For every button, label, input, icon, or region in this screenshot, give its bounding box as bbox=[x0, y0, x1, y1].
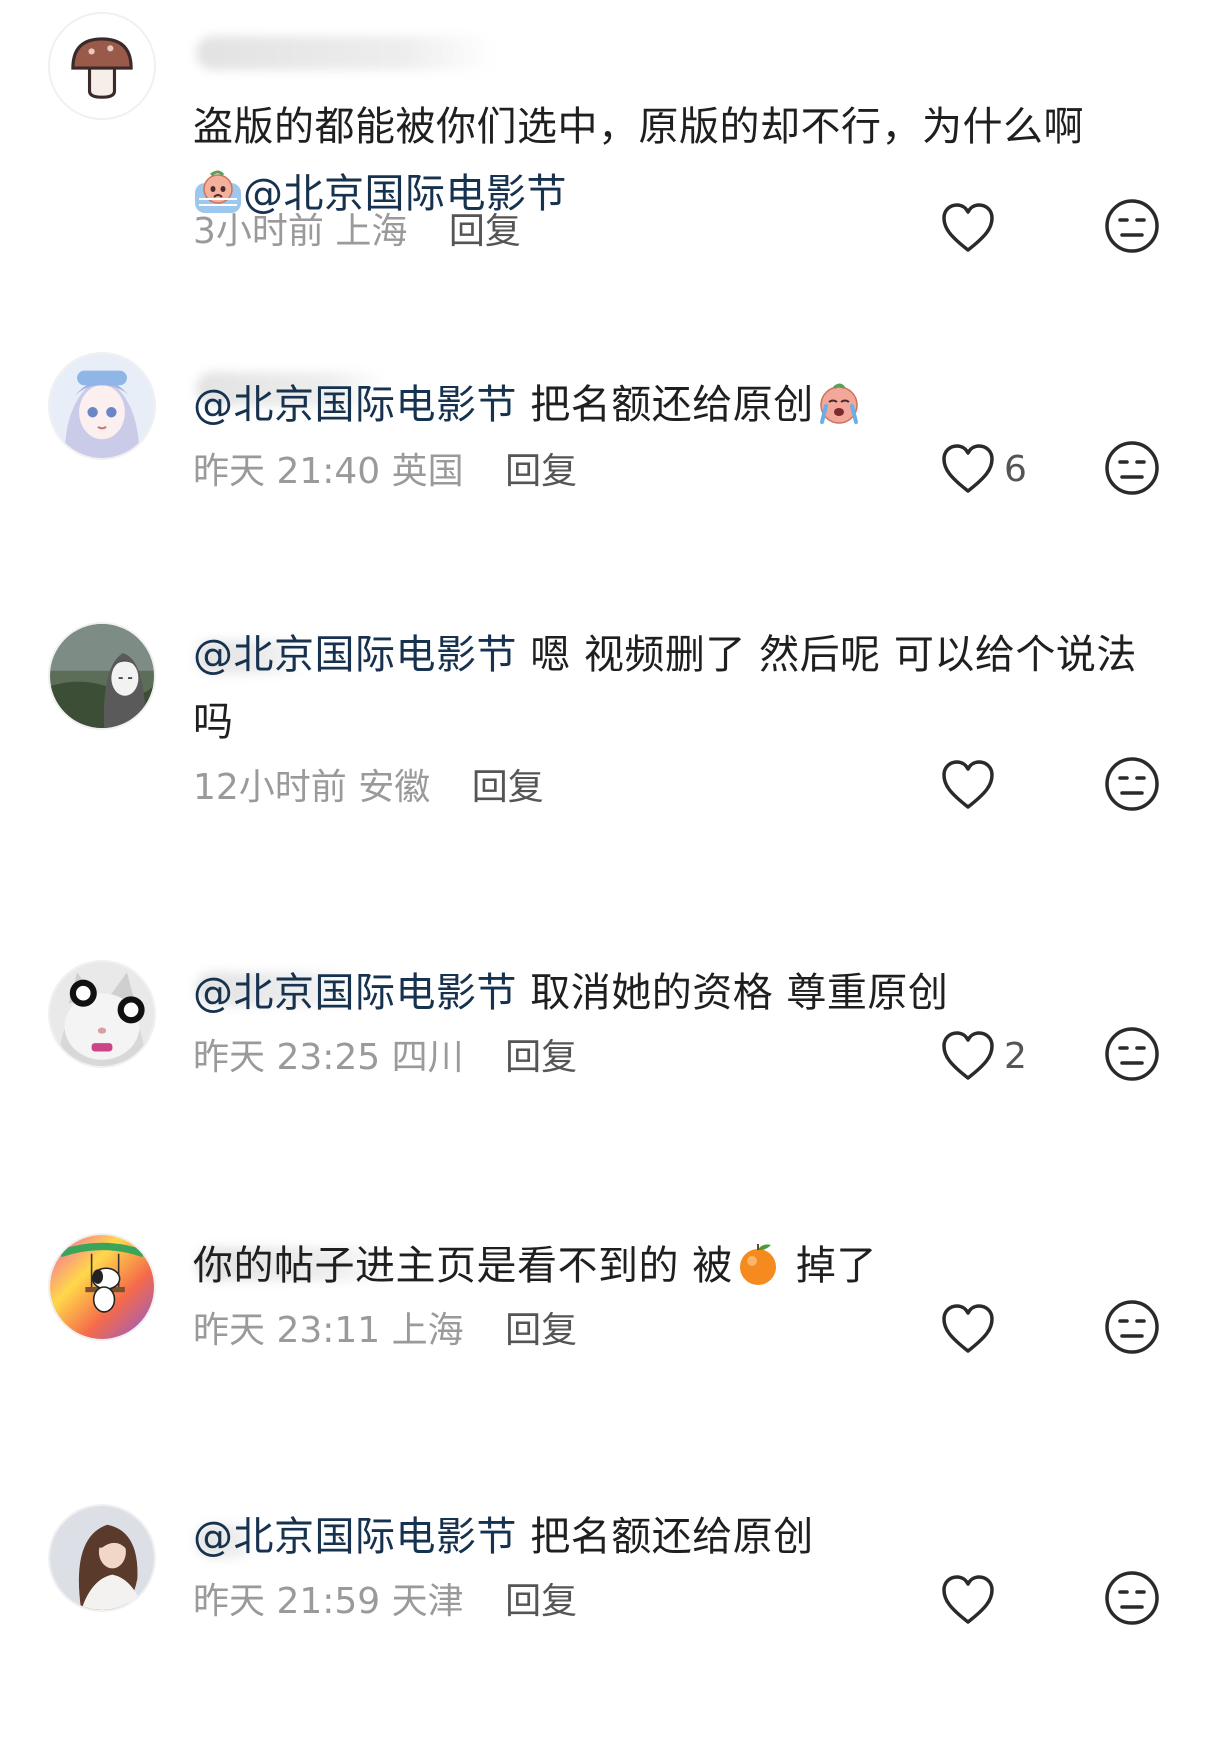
comment-text: @北京国际电影节 把名额还给原创 bbox=[193, 372, 1163, 439]
dislike-button[interactable] bbox=[1103, 755, 1161, 813]
dislike-button[interactable] bbox=[1103, 1298, 1161, 1356]
like-count: 6 bbox=[1004, 448, 1027, 490]
comment-meta: 3小时前 上海 回复 bbox=[193, 202, 521, 254]
like-button[interactable]: 6 bbox=[940, 439, 1040, 499]
heart-icon bbox=[942, 1575, 994, 1624]
comment-meta: 12小时前 安徽 回复 bbox=[193, 758, 544, 810]
reply-button[interactable]: 回复 bbox=[505, 451, 577, 492]
mention-link[interactable]: @北京国际电影节 bbox=[193, 632, 517, 678]
cat-sunglasses-avatar-icon bbox=[50, 962, 154, 1066]
meh-face-icon bbox=[1105, 199, 1159, 253]
comment-text: @北京国际电影节 取消她的资格 尊重原创 bbox=[193, 960, 1163, 1027]
dislike-button[interactable] bbox=[1103, 197, 1161, 255]
comment-meta: 昨天 21:59 天津 回复 bbox=[193, 1572, 577, 1624]
girl-portrait-avatar-icon bbox=[50, 1506, 154, 1610]
comment-location: 英国 bbox=[391, 451, 464, 492]
dislike-button[interactable] bbox=[1103, 1569, 1161, 1627]
reply-button[interactable]: 回复 bbox=[505, 1310, 577, 1351]
comment-text-after: 取消她的资格 尊重原创 bbox=[517, 970, 949, 1016]
comment-item: @北京国际电影节 嗯 视频删了 然后呢 可以给个说法吗 12小时前 安徽 回复 bbox=[0, 622, 1206, 882]
comment-item: @北京国际电影节 取消她的资格 尊重原创 昨天 23:25 四川 回复 2 bbox=[0, 960, 1206, 1160]
comment-location: 上海 bbox=[391, 1310, 464, 1351]
heart-icon bbox=[942, 1304, 994, 1353]
avatar[interactable] bbox=[48, 622, 156, 730]
comment-text-before: 盗版的都能被你们选中，原版的却不行，为什么啊 bbox=[193, 104, 1084, 150]
comment-meta: 昨天 21:40 英国 回复 bbox=[193, 442, 577, 494]
like-count: 2 bbox=[1004, 1035, 1027, 1077]
meh-face-icon bbox=[1105, 441, 1159, 495]
reply-button[interactable]: 回复 bbox=[505, 1581, 577, 1622]
reply-button[interactable]: 回复 bbox=[449, 211, 521, 252]
reply-button[interactable]: 回复 bbox=[505, 1037, 577, 1078]
comment-time: 12小时前 bbox=[193, 767, 347, 808]
mention-link[interactable]: @北京国际电影节 bbox=[193, 382, 517, 428]
comment-location: 天津 bbox=[391, 1581, 464, 1622]
like-button[interactable] bbox=[940, 755, 1040, 815]
heart-icon bbox=[942, 1031, 994, 1080]
comment-text: @北京国际电影节 嗯 视频删了 然后呢 可以给个说法吗 bbox=[193, 622, 1163, 756]
ink-portrait-avatar-icon bbox=[50, 624, 154, 728]
mention-link[interactable]: @北京国际电影节 bbox=[193, 1514, 517, 1560]
orange-emoji-icon bbox=[733, 1241, 783, 1287]
crying-emoji-icon bbox=[814, 380, 864, 426]
comment-text-after: 把名额还给原创 bbox=[517, 1514, 814, 1560]
meh-face-icon bbox=[1105, 1027, 1159, 1081]
mushroom-icon bbox=[50, 14, 154, 118]
comment-item: @北京国际电影节 把名额还给原创 昨天 21:59 天津 回复 bbox=[0, 1504, 1206, 1704]
comment-item: 盗版的都能被你们选中，原版的却不行，为什么啊 @北京国际电影节 3小时前 上海 … bbox=[0, 12, 1206, 272]
meh-face-icon bbox=[1105, 1300, 1159, 1354]
comment-location: 上海 bbox=[335, 211, 408, 252]
comment-time: 昨天 23:11 bbox=[193, 1310, 381, 1351]
comment-time: 昨天 21:59 bbox=[193, 1581, 381, 1622]
comment-meta: 昨天 23:25 四川 回复 bbox=[193, 1028, 577, 1080]
comment-location: 四川 bbox=[391, 1037, 464, 1078]
comment-item: 你的帖子进主页是看不到的 被 掉了 昨天 23:11 上海 回复 bbox=[0, 1233, 1206, 1433]
comment-text: @北京国际电影节 把名额还给原创 bbox=[193, 1504, 1163, 1571]
like-button[interactable] bbox=[940, 1299, 1040, 1359]
comment-time: 昨天 21:40 bbox=[193, 451, 381, 492]
dislike-button[interactable] bbox=[1103, 1025, 1161, 1083]
comment-item: @北京国际电影节 把名额还给原创 昨天 21:40 英国 回复 6 bbox=[0, 352, 1206, 572]
avatar[interactable] bbox=[48, 1504, 156, 1612]
comment-text-after: 把名额还给原创 bbox=[517, 382, 814, 428]
comment-time: 3小时前 bbox=[193, 211, 324, 252]
meh-face-icon bbox=[1105, 757, 1159, 811]
heart-icon bbox=[942, 444, 994, 493]
dislike-button[interactable] bbox=[1103, 439, 1161, 497]
comment-time: 昨天 23:25 bbox=[193, 1037, 381, 1078]
anime-girl-avatar-icon bbox=[50, 354, 154, 458]
comment-text-before: 你的帖子进主页是看不到的 被 bbox=[193, 1243, 733, 1289]
comment-text: 你的帖子进主页是看不到的 被 掉了 bbox=[193, 1233, 1163, 1300]
mention-link[interactable]: @北京国际电影节 bbox=[193, 970, 517, 1016]
meh-face-icon bbox=[1105, 1571, 1159, 1625]
heart-icon bbox=[942, 760, 994, 809]
heart-icon bbox=[942, 203, 994, 252]
snoopy-avatar-icon bbox=[50, 1235, 154, 1339]
like-button[interactable] bbox=[940, 198, 1040, 258]
avatar[interactable] bbox=[48, 1233, 156, 1341]
like-button[interactable]: 2 bbox=[940, 1026, 1040, 1086]
comment-location: 安徽 bbox=[358, 767, 431, 808]
like-button[interactable] bbox=[940, 1570, 1040, 1630]
avatar[interactable] bbox=[48, 352, 156, 460]
avatar[interactable] bbox=[48, 12, 156, 120]
username-blurred bbox=[196, 36, 496, 70]
comment-meta: 昨天 23:11 上海 回复 bbox=[193, 1301, 577, 1353]
avatar[interactable] bbox=[48, 960, 156, 1068]
comment-text-after: 掉了 bbox=[782, 1243, 877, 1289]
reply-button[interactable]: 回复 bbox=[472, 767, 544, 808]
